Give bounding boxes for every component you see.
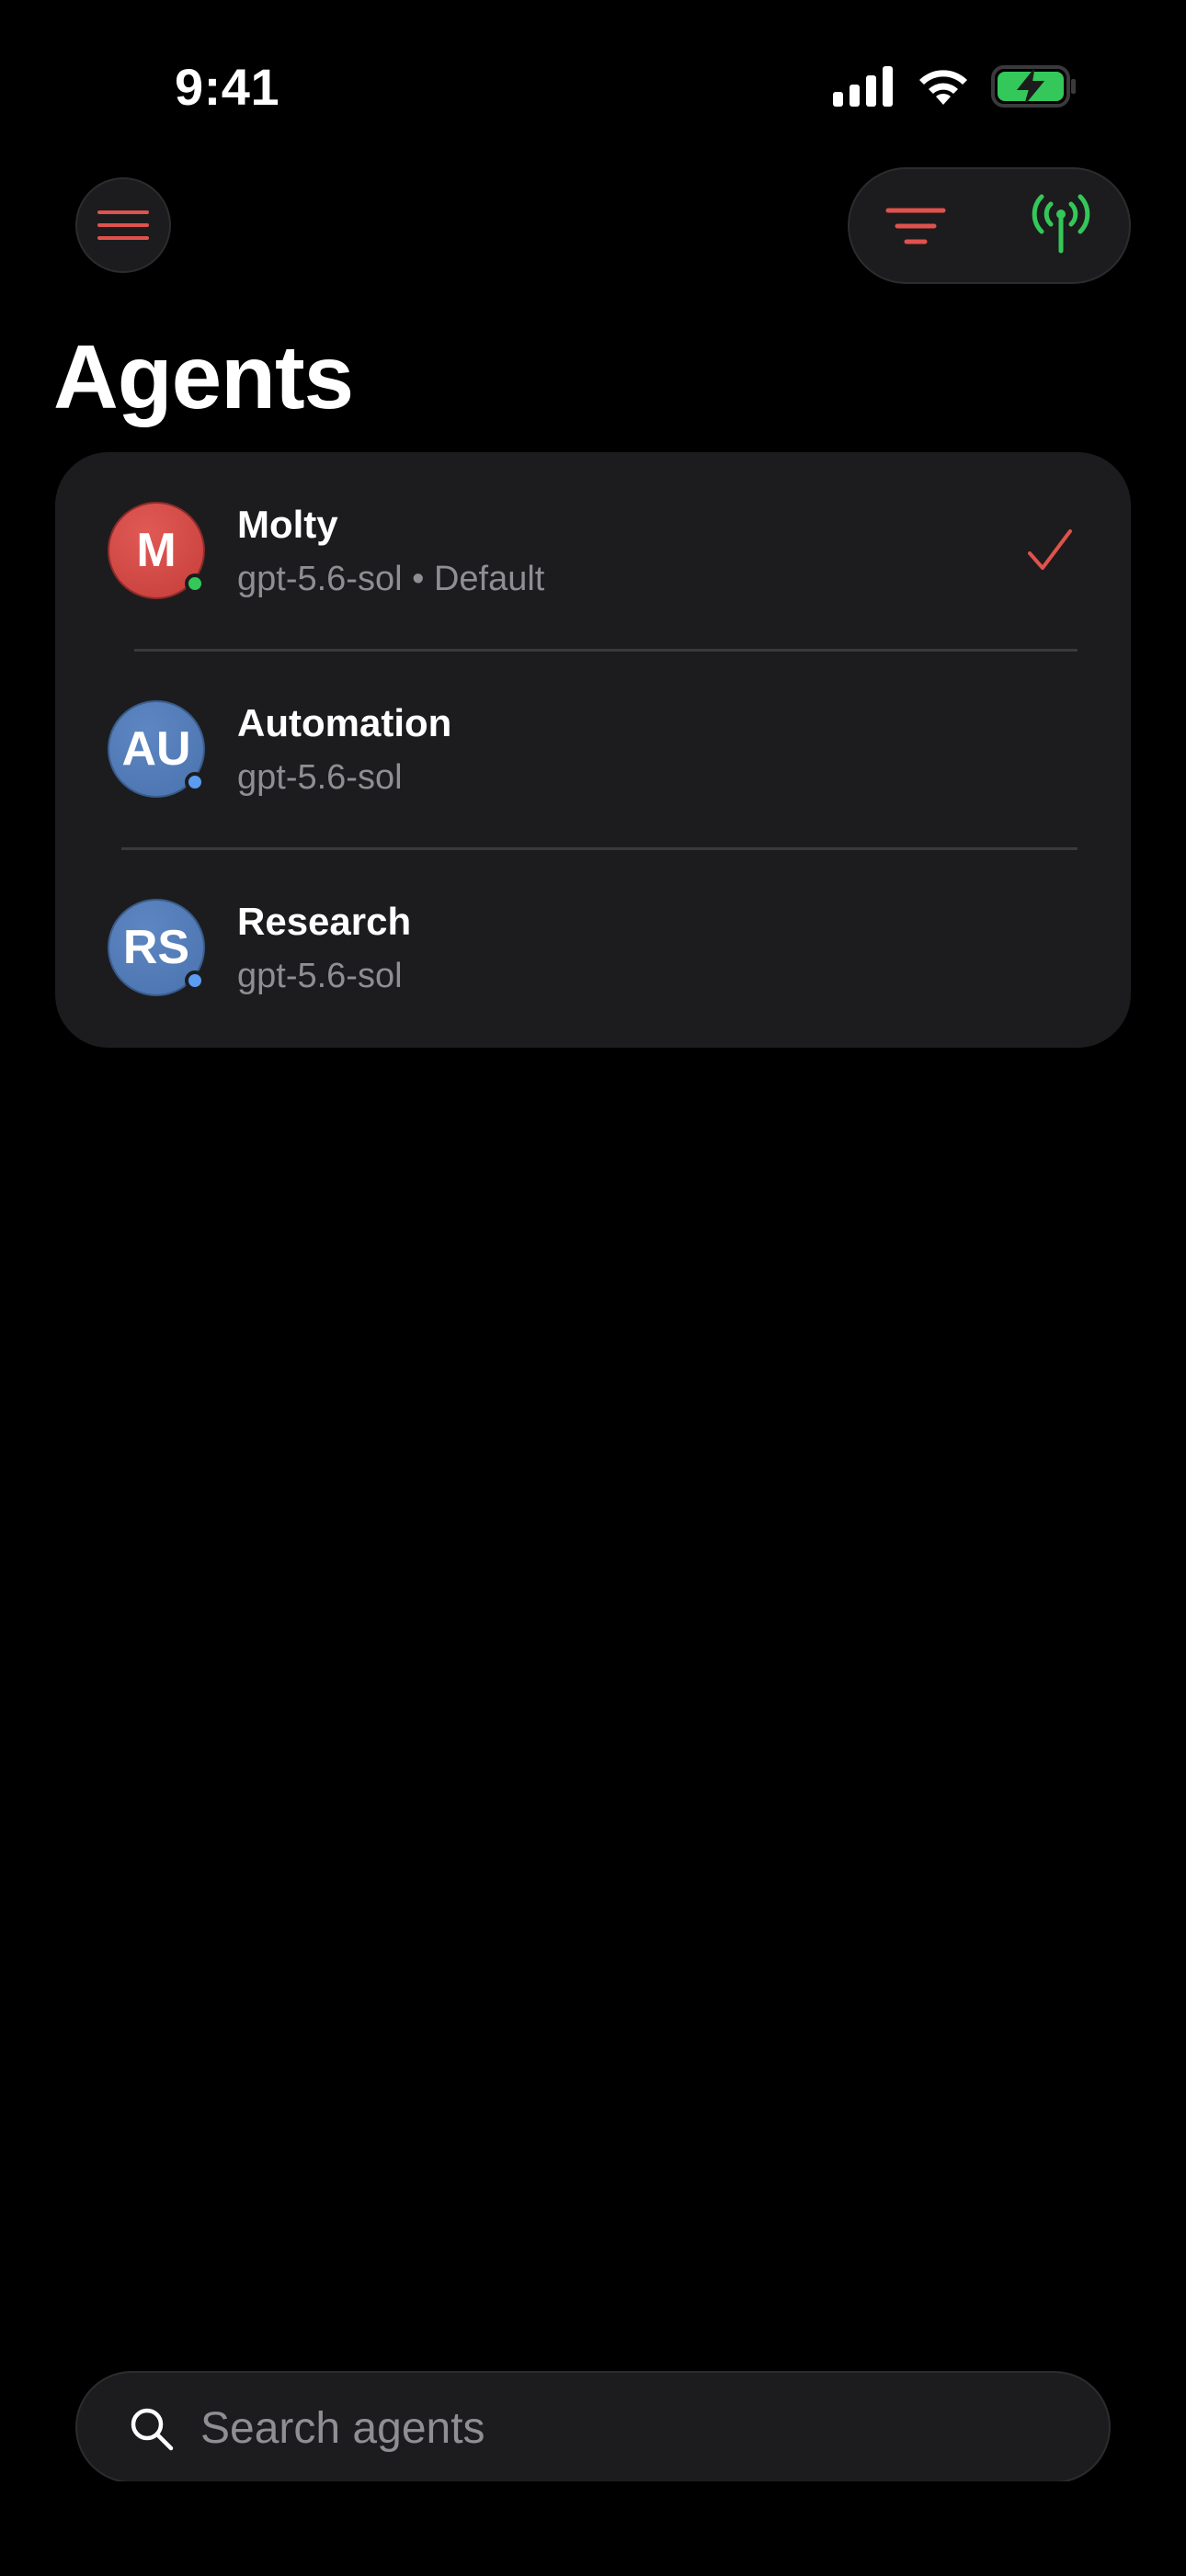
- agent-row-automation[interactable]: AU Automation gpt-5.6-sol: [55, 651, 1131, 849]
- wifi-icon: [919, 70, 967, 105]
- agent-row-research[interactable]: RS Research gpt-5.6-sol: [55, 849, 1131, 1048]
- toolbar-pill: [848, 167, 1131, 284]
- agent-name: Automation: [237, 701, 452, 744]
- status-dot: [185, 772, 205, 792]
- search-bar[interactable]: [75, 2371, 1111, 2483]
- agents-list: M Molty gpt-5.6-sol • Default AU Automat…: [55, 452, 1131, 1048]
- status-icons: [833, 62, 1078, 110]
- agent-subtitle: gpt-5.6-sol: [237, 957, 403, 995]
- search-input[interactable]: [200, 2393, 1028, 2463]
- filter-button[interactable]: [883, 193, 949, 259]
- agent-subtitle: gpt-5.6-sol: [237, 758, 403, 797]
- bottom-mask: [0, 2481, 1186, 2576]
- status-dot-online: [185, 573, 205, 594]
- agent-name: Molty: [237, 503, 338, 546]
- antenna-button[interactable]: [1024, 187, 1098, 261]
- agent-name: Research: [237, 900, 412, 943]
- antenna-icon: [1032, 194, 1090, 254]
- battery-charging-icon: [991, 65, 1076, 108]
- avatar-initials: M: [136, 524, 177, 577]
- avatar: RS: [108, 899, 205, 996]
- avatar: M: [108, 502, 205, 599]
- hamburger-icon: [97, 210, 149, 240]
- filter-icon: [885, 208, 946, 244]
- page-title: Agents: [53, 326, 354, 427]
- status-time: 9:41: [175, 58, 280, 116]
- status-dot: [185, 970, 205, 991]
- avatar: AU: [108, 700, 205, 798]
- avatar-initials: RS: [122, 921, 190, 974]
- menu-button[interactable]: [75, 177, 171, 273]
- avatar-initials: AU: [121, 722, 191, 776]
- agent-row-molty[interactable]: M Molty gpt-5.6-sol • Default: [55, 452, 1131, 651]
- search-icon: [131, 2408, 174, 2451]
- agent-subtitle: gpt-5.6-sol • Default: [237, 560, 545, 598]
- signal-icon: [833, 66, 893, 107]
- checkmark-icon: [1028, 529, 1072, 570]
